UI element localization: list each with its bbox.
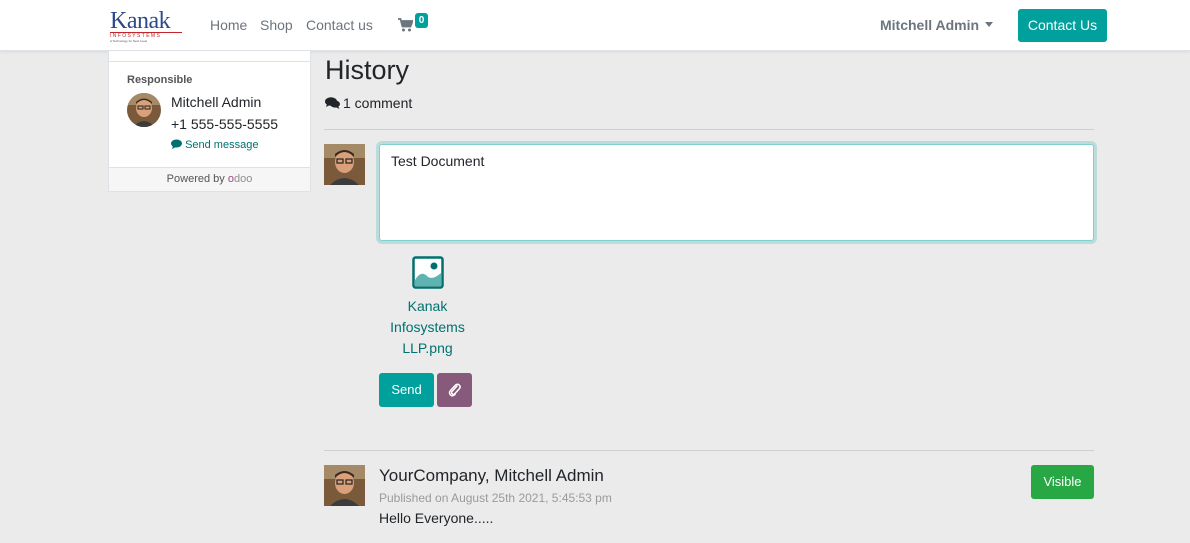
user-name: Mitchell Admin [880, 17, 980, 33]
comment-count: 1 comment [325, 95, 412, 111]
comment-count-label: 1 comment [343, 95, 413, 111]
composer-avatar [324, 144, 365, 185]
nav-link-shop[interactable]: Shop [260, 17, 293, 33]
attach-file-button[interactable] [437, 373, 472, 407]
company-logo[interactable]: Kanak INFOSYSTEMS A Technology for Next … [110, 8, 182, 44]
shopping-cart-icon [398, 18, 413, 32]
responsible-name: Mitchell Admin [171, 94, 262, 110]
nav-link-contact[interactable]: Contact us [306, 17, 373, 33]
send-message-label: Send message [185, 139, 259, 151]
message-date: Published on August 25th 2021, 5:45:53 p… [379, 491, 612, 505]
logo-tagline: A Technology for Next Level [110, 39, 148, 43]
send-message-link[interactable]: Send message [171, 139, 258, 151]
responsible-card: Responsible Mitchell Admin +1 555-555-55… [108, 51, 311, 192]
visibility-toggle-button[interactable]: Visible [1031, 465, 1094, 499]
contact-us-button[interactable]: Contact Us [1018, 9, 1107, 42]
cart-count-badge: 0 [415, 13, 428, 28]
divider [324, 129, 1094, 130]
top-navbar: Kanak INFOSYSTEMS A Technology for Next … [0, 0, 1190, 51]
message-avatar [324, 465, 365, 506]
paperclip-icon [448, 383, 461, 397]
comment-icon [171, 139, 182, 149]
powered-by: Powered by odoo [109, 167, 310, 191]
message-author: YourCompany, Mitchell Admin [379, 466, 604, 485]
caret-down-icon [985, 22, 994, 27]
logo-subtitle: INFOSYSTEMS [110, 32, 182, 39]
page-title: History [325, 55, 410, 85]
message-textarea[interactable]: Test Document [379, 144, 1094, 241]
attachment-filename[interactable]: Kanak Infosystems LLP.png [380, 296, 475, 359]
send-button[interactable]: Send [379, 373, 434, 407]
avatar [127, 93, 161, 127]
responsible-phone: +1 555-555-5555 [171, 116, 279, 132]
message-body: Hello Everyone..... [379, 510, 494, 526]
nav-link-home[interactable]: Home [210, 17, 247, 33]
divider [324, 450, 1094, 451]
odoo-logo[interactable]: odoo [228, 173, 252, 185]
comments-icon [325, 97, 340, 109]
user-dropdown[interactable]: Mitchell Admin [880, 17, 994, 33]
powered-by-label: Powered by [166, 173, 225, 185]
logo-name: Kanak [110, 8, 171, 34]
card-divider [109, 61, 310, 62]
responsible-label: Responsible [127, 74, 193, 86]
image-file-icon[interactable] [412, 256, 444, 289]
